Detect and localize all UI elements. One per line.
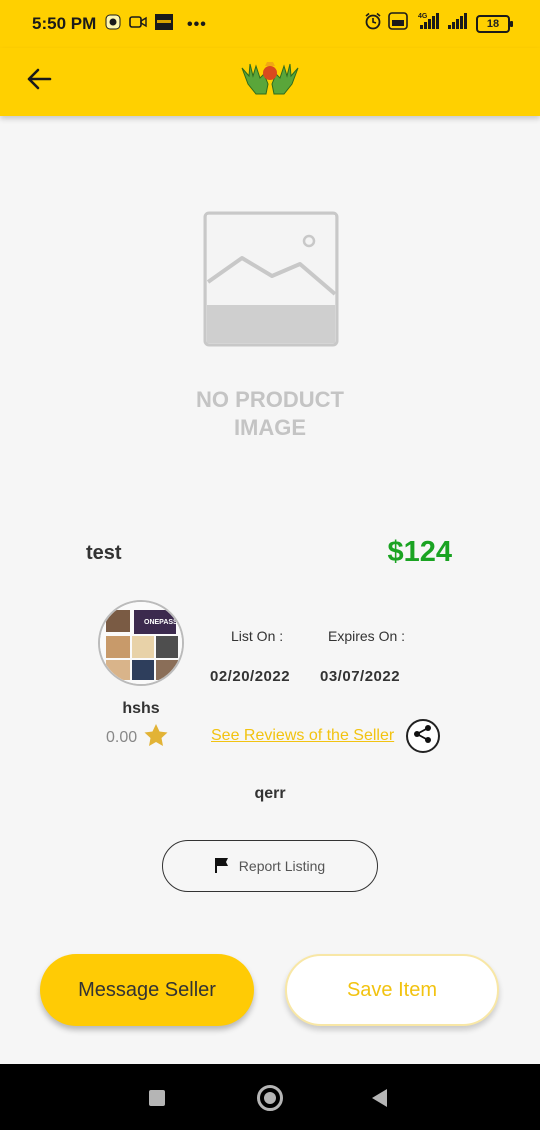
home-icon[interactable]	[257, 1085, 283, 1111]
arrow-left-icon	[26, 68, 52, 95]
svg-text:4G: 4G	[418, 13, 428, 20]
more-dots-icon: •••	[187, 15, 207, 33]
share-button[interactable]	[406, 719, 440, 753]
product-description: qerr	[254, 785, 286, 802]
back-triangle-icon[interactable]	[372, 1089, 387, 1107]
volte-icon	[388, 12, 408, 35]
status-bar: 5:50 PM ••• 4G 18	[0, 0, 540, 48]
recent-apps-icon[interactable]	[149, 1090, 165, 1106]
seller-rating: 0.00	[106, 723, 169, 752]
share-icon	[413, 724, 433, 749]
report-listing-label: Report Listing	[238, 858, 326, 874]
product-title: test	[86, 542, 122, 564]
hands-logo-icon	[238, 60, 302, 105]
signal-icon: 4G	[414, 12, 440, 35]
list-on-label: List On :	[231, 628, 284, 644]
system-icons: 4G 18	[364, 12, 513, 35]
video-camera-icon	[129, 15, 147, 34]
status-time: 5:50 PM	[32, 14, 97, 33]
seller-name: hshs	[122, 700, 160, 717]
product-price: $124	[387, 536, 452, 568]
list-on-date: 02/20/2022	[210, 668, 291, 685]
signal-icon	[446, 12, 470, 35]
rating-value: 0.00	[106, 728, 138, 746]
app-bar	[0, 48, 540, 116]
star-icon	[143, 723, 169, 752]
system-nav-bar	[0, 1064, 540, 1130]
save-item-button[interactable]: Save Item	[285, 954, 499, 1026]
report-listing-button[interactable]: Report Listing	[162, 840, 378, 892]
product-image-placeholder	[190, 210, 350, 355]
app-notification-icon	[155, 14, 173, 35]
see-reviews-link[interactable]: See Reviews of the Seller	[211, 727, 394, 745]
message-seller-button[interactable]: Message Seller	[40, 954, 254, 1026]
avatar-brand-text: ONEPASS	[144, 619, 178, 626]
expires-on-label: Expires On :	[328, 628, 406, 644]
no-image-text: NO PRODUCT IMAGE	[196, 387, 344, 440]
snapchat-icon	[105, 14, 121, 35]
battery-icon: 18	[476, 14, 513, 33]
notification-icons: •••	[105, 14, 207, 35]
flag-icon	[214, 857, 229, 876]
expires-on-date: 03/07/2022	[320, 668, 401, 685]
back-button[interactable]	[22, 64, 56, 98]
alarm-icon	[364, 12, 382, 35]
seller-avatar[interactable]: ONEPASS	[98, 600, 184, 686]
